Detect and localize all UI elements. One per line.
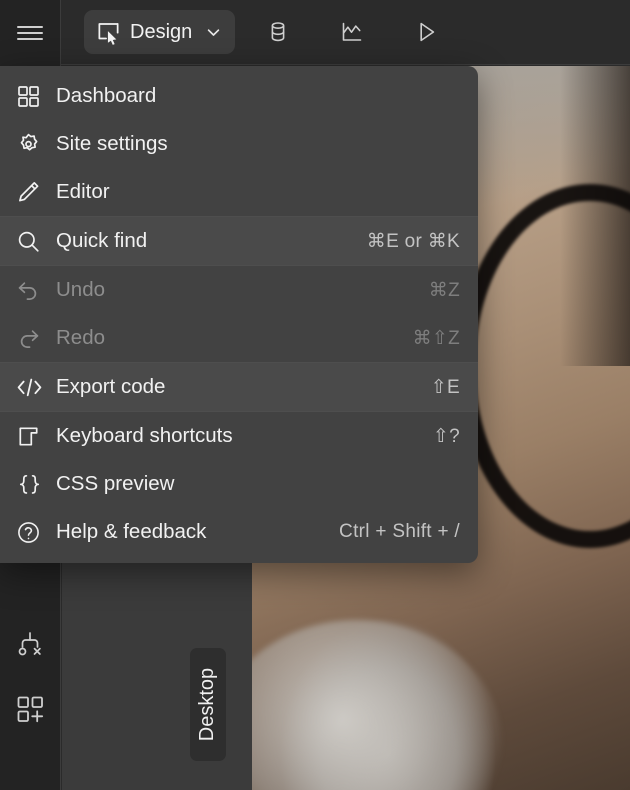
menu-group-export: Export code ⇧E (0, 362, 478, 411)
photo-highlight-bottom (252, 620, 502, 790)
menu-item-shortcut: ⌘Z (428, 279, 460, 301)
chevron-down-icon (205, 24, 222, 41)
device-label-text: Desktop (196, 667, 219, 742)
menu-item-shortcut: ⌘E or ⌘K (366, 230, 460, 252)
menu-item-label: Export code (56, 375, 166, 398)
hamburger-bar (17, 32, 43, 34)
gear-settings-icon (16, 131, 45, 157)
hamburger-menu-icon[interactable] (8, 11, 52, 55)
curly-braces-icon (16, 471, 45, 497)
menu-item-shortcut: ⇧E (430, 376, 460, 398)
menu-group-history: Undo ⌘Z Redo ⌘⇧Z (0, 265, 478, 362)
pencil-editor-icon (16, 179, 45, 205)
menu-item-label: CSS preview (56, 472, 175, 495)
menu-item-label: Editor (56, 180, 110, 203)
mode-switcher-label: Design (130, 20, 193, 43)
menu-item-redo: Redo ⌘⇧Z (0, 314, 478, 362)
menu-group-navigation: Dashboard Site settings Editor (0, 72, 478, 216)
photo-dark-curve (458, 184, 630, 548)
grid-dashboard-icon (16, 83, 45, 109)
menu-item-undo: Undo ⌘Z (0, 266, 478, 314)
mode-switcher-design-button[interactable]: Design (84, 10, 236, 54)
menu-item-keyboard-shortcuts[interactable]: Keyboard shortcuts ⇧? (0, 412, 478, 460)
menu-item-shortcut: Ctrl + Shift + / (339, 521, 460, 542)
hamburger-bar (17, 26, 43, 28)
menu-item-dashboard[interactable]: Dashboard (0, 72, 478, 120)
undo-arrow-icon (16, 277, 45, 303)
menu-item-help-feedback[interactable]: Help & feedback Ctrl + Shift + / (0, 508, 478, 556)
code-brackets-icon (16, 374, 45, 400)
menu-item-label: Undo (56, 278, 106, 301)
keyboard-key-icon (16, 423, 45, 449)
data-icon[interactable] (263, 17, 293, 47)
preview-play-icon[interactable] (411, 17, 441, 47)
menu-item-shortcut: ⇧? (432, 425, 460, 447)
menu-group-search: Quick find ⌘E or ⌘K (0, 216, 478, 265)
menu-item-label: Quick find (56, 229, 148, 252)
menu-item-label: Dashboard (56, 84, 157, 107)
menu-item-label: Redo (56, 326, 106, 349)
menu-item-editor[interactable]: Editor (0, 168, 478, 216)
menu-group-help: Keyboard shortcuts ⇧? CSS preview Help &… (0, 411, 478, 556)
menu-item-label: Keyboard shortcuts (56, 424, 233, 447)
device-label-desktop[interactable]: Desktop (190, 648, 226, 761)
design-dropdown-menu: Dashboard Site settings Editor Quick fin… (0, 66, 478, 563)
menu-item-quick-find[interactable]: Quick find ⌘E or ⌘K (0, 217, 478, 265)
menu-item-css-preview[interactable]: CSS preview (0, 460, 478, 508)
top-toolbar: Design (61, 0, 630, 65)
add-component-icon (14, 693, 46, 725)
menu-item-label: Site settings (56, 132, 168, 155)
toolbar-tools (263, 17, 441, 47)
app-window: an Desktop (0, 0, 630, 790)
menu-item-shortcut: ⌘⇧Z (412, 327, 460, 349)
unlink-component-icon (14, 629, 46, 661)
question-circle-icon (16, 519, 45, 545)
menu-item-label: Help & feedback (56, 520, 207, 543)
analytics-icon[interactable] (337, 17, 367, 47)
detach-component-button[interactable] (8, 623, 52, 667)
menu-item-export-code[interactable]: Export code ⇧E (0, 363, 478, 411)
menu-item-site-settings[interactable]: Site settings (0, 120, 478, 168)
add-component-button[interactable] (8, 687, 52, 731)
hamburger-bar (17, 38, 43, 40)
redo-arrow-icon (16, 325, 45, 351)
search-icon (16, 228, 45, 254)
design-cursor-icon (96, 20, 121, 45)
